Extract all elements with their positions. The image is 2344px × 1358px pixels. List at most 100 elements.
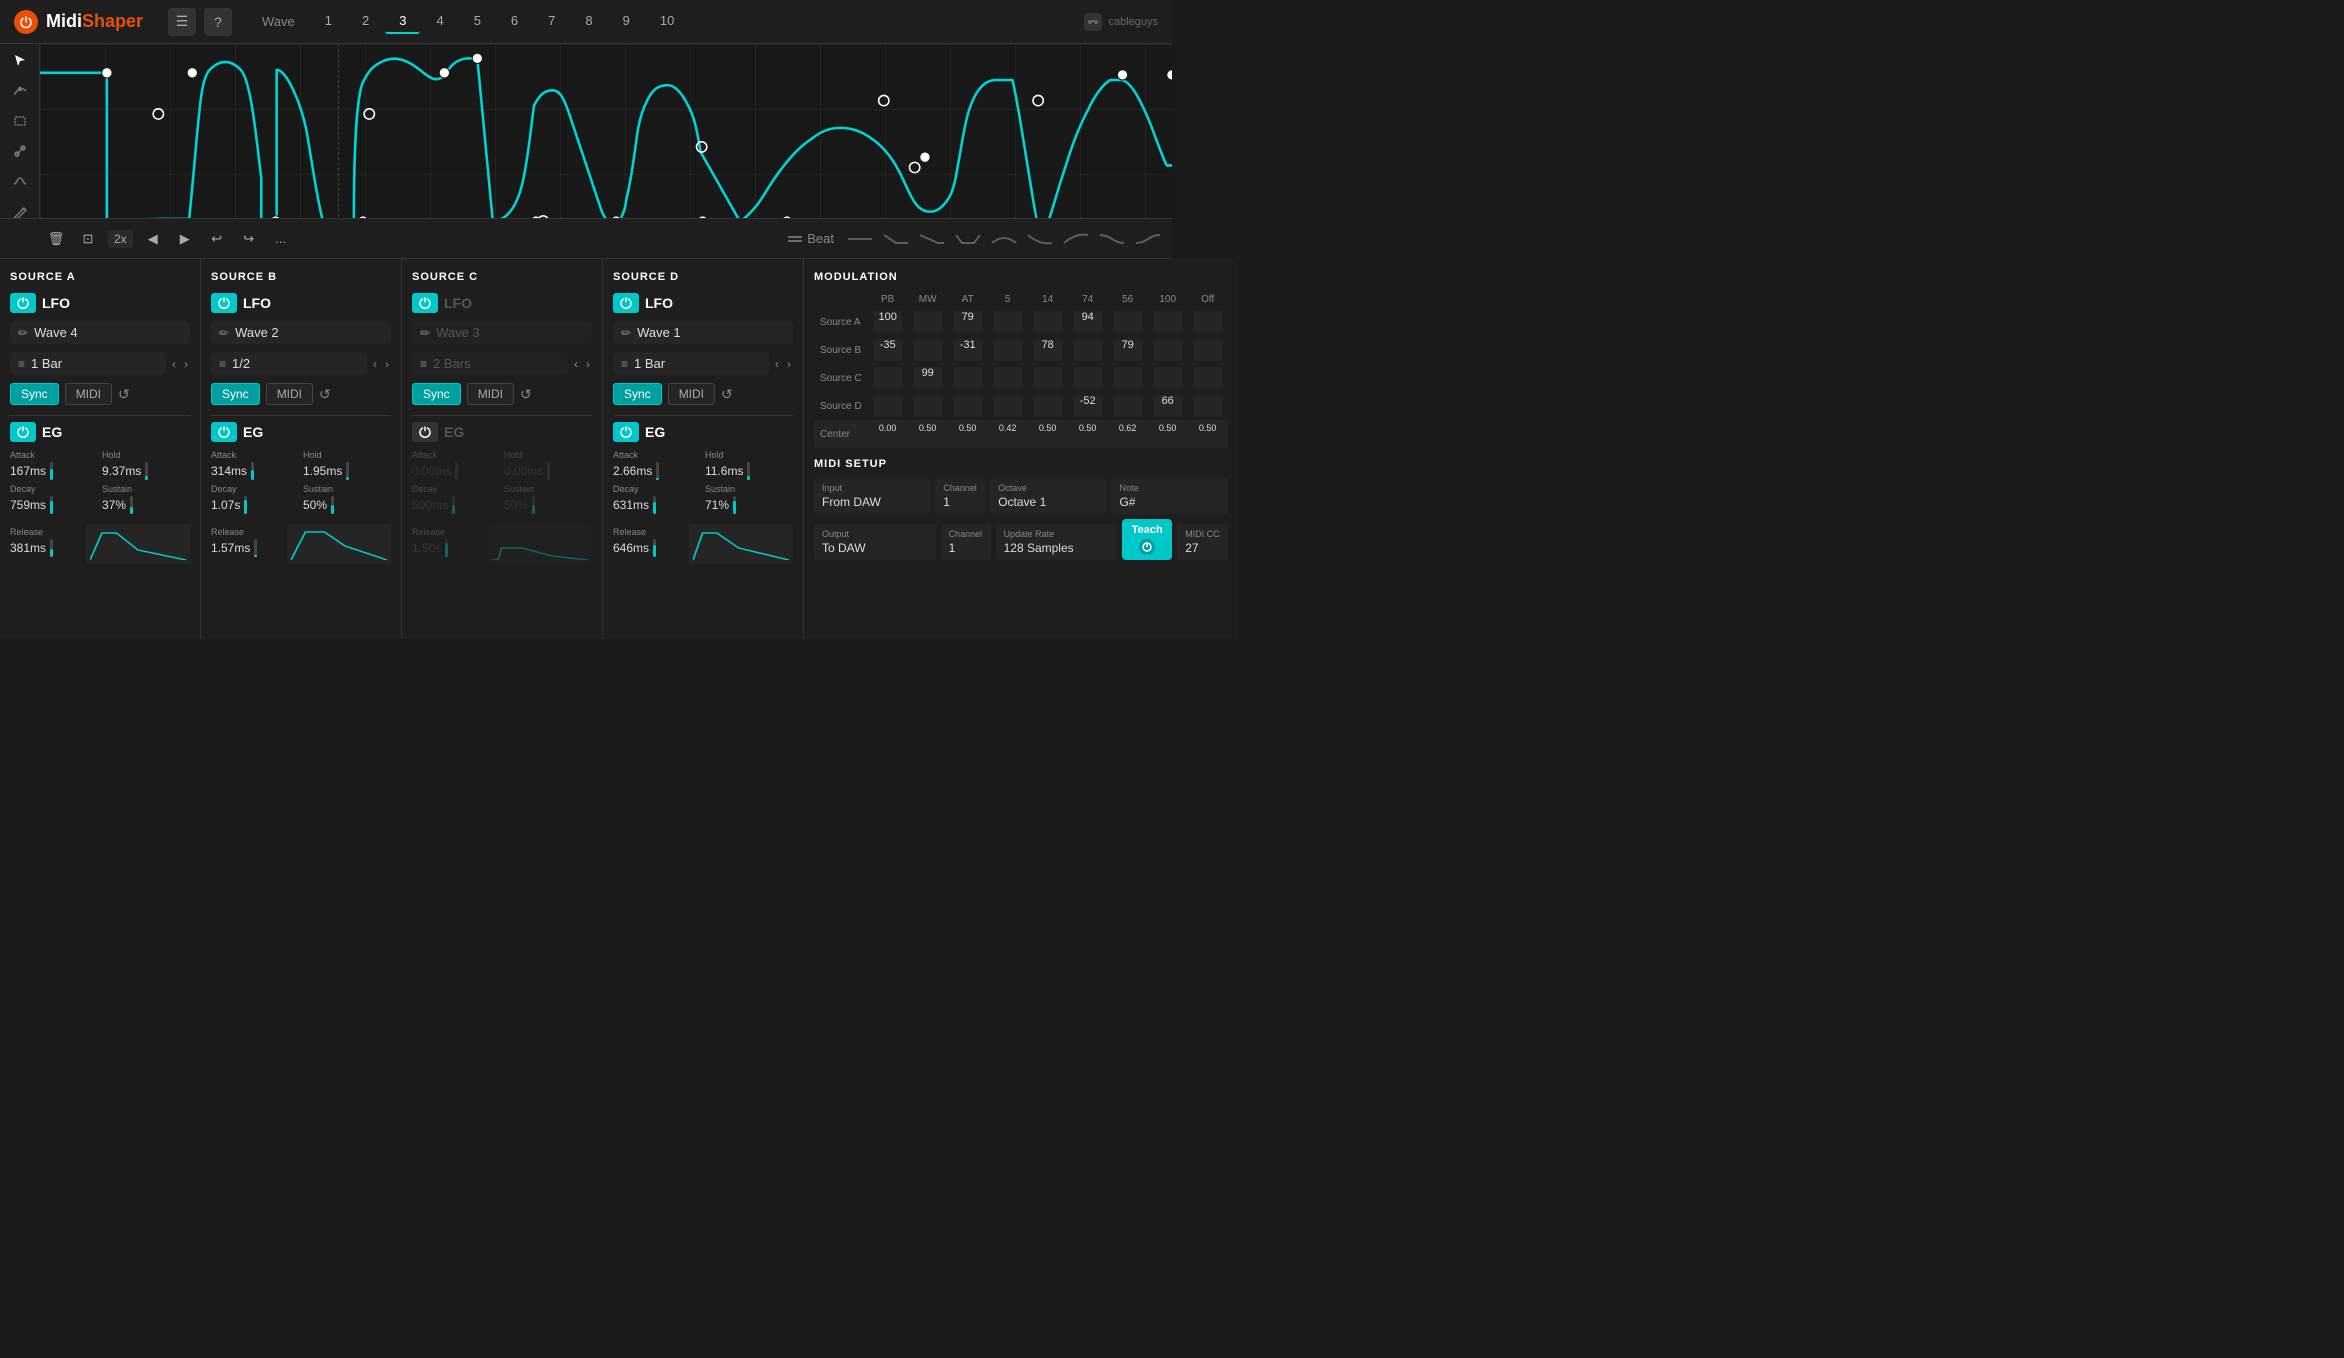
mod-c-14[interactable]: [1028, 364, 1068, 392]
source-a-bar-next[interactable]: ›: [182, 355, 190, 373]
wave-tab-1[interactable]: 1: [311, 9, 346, 34]
select-tool[interactable]: [9, 50, 31, 70]
mod-a-mw[interactable]: [908, 308, 948, 336]
teach-button[interactable]: Teach: [1122, 519, 1172, 560]
mod-d-at[interactable]: [948, 392, 988, 420]
source-d-bar-prev[interactable]: ‹: [773, 355, 781, 373]
mod-d-14[interactable]: [1028, 392, 1068, 420]
source-a-sync-btn[interactable]: Sync: [10, 383, 59, 405]
source-a-attack-slider[interactable]: [50, 462, 53, 480]
mod-a-56[interactable]: [1108, 308, 1148, 336]
shape-flat[interactable]: [844, 229, 876, 249]
mod-c-off[interactable]: [1188, 364, 1228, 392]
source-b-bar-next[interactable]: ›: [383, 355, 391, 373]
source-b-release-slider[interactable]: [254, 539, 257, 557]
more-button[interactable]: ...: [269, 227, 293, 251]
mod-center-off[interactable]: 0.50: [1188, 420, 1228, 448]
mod-d-pb[interactable]: [868, 392, 908, 420]
shape-curve-down[interactable]: [1024, 229, 1056, 249]
mod-d-5[interactable]: [988, 392, 1028, 420]
source-a-bar-prev[interactable]: ‹: [170, 355, 178, 373]
source-d-hold-slider[interactable]: [747, 462, 750, 480]
mod-c-mw[interactable]: 99: [908, 364, 948, 392]
mod-d-56[interactable]: [1108, 392, 1148, 420]
shape-valley[interactable]: [952, 229, 984, 249]
source-d-bar-next[interactable]: ›: [785, 355, 793, 373]
source-c-midi-btn[interactable]: MIDI: [467, 383, 514, 405]
wave-tab-3[interactable]: 3: [385, 9, 420, 34]
source-a-decay-slider[interactable]: [50, 496, 53, 514]
source-b-decay-slider[interactable]: [244, 496, 247, 514]
wave-tab-5[interactable]: 5: [460, 9, 495, 34]
mod-d-mw[interactable]: [908, 392, 948, 420]
source-b-sustain-slider[interactable]: [331, 496, 334, 514]
mod-b-5[interactable]: [988, 336, 1028, 364]
mod-c-56[interactable]: [1108, 364, 1148, 392]
source-b-sync-btn[interactable]: Sync: [211, 383, 260, 405]
mod-a-14[interactable]: [1028, 308, 1068, 336]
source-c-bar-display[interactable]: ≡ 2 Bars: [412, 352, 568, 375]
source-b-attack-slider[interactable]: [251, 462, 254, 480]
source-c-bar-prev[interactable]: ‹: [572, 355, 580, 373]
source-a-wave-input[interactable]: ✏ Wave 4: [10, 321, 190, 344]
mod-center-100[interactable]: 0.50: [1148, 420, 1188, 448]
source-b-bar-prev[interactable]: ‹: [371, 355, 379, 373]
source-b-hold-slider[interactable]: [346, 462, 349, 480]
source-d-sync-btn[interactable]: Sync: [613, 383, 662, 405]
mod-c-5[interactable]: [988, 364, 1028, 392]
mod-d-74[interactable]: -52: [1068, 392, 1108, 420]
source-c-sync-btn[interactable]: Sync: [412, 383, 461, 405]
source-a-sustain-slider[interactable]: [130, 496, 133, 514]
source-b-midi-btn[interactable]: MIDI: [266, 383, 313, 405]
mod-b-14[interactable]: 78: [1028, 336, 1068, 364]
shape-reverse-s[interactable]: [1132, 229, 1164, 249]
wave-tab-8[interactable]: 8: [571, 9, 606, 34]
mod-a-pb[interactable]: 100: [868, 308, 908, 336]
midi-update-rate-field[interactable]: Update Rate 128 Samples: [996, 524, 1118, 560]
source-b-wave-input[interactable]: ✏ Wave 2: [211, 321, 391, 344]
source-a-sync-icon[interactable]: ↺: [118, 386, 130, 403]
source-b-lfo-toggle[interactable]: [211, 293, 237, 313]
source-c-lfo-toggle[interactable]: [412, 293, 438, 313]
source-a-lfo-toggle[interactable]: [10, 293, 36, 313]
wave-tab-2[interactable]: 2: [348, 9, 383, 34]
shape-arch[interactable]: [988, 229, 1020, 249]
midi-octave-field[interactable]: Octave Octave 1: [990, 478, 1106, 514]
source-d-lfo-toggle[interactable]: [613, 293, 639, 313]
source-a-bar-display[interactable]: ≡ 1 Bar: [10, 352, 166, 375]
mod-c-100[interactable]: [1148, 364, 1188, 392]
midi-note-field[interactable]: Note G#: [1111, 478, 1227, 514]
mod-center-5[interactable]: 0.42: [988, 420, 1028, 448]
shape-ramp-down2[interactable]: [916, 229, 948, 249]
mod-a-at[interactable]: 79: [948, 308, 988, 336]
source-c-bar-next[interactable]: ›: [584, 355, 592, 373]
mod-b-off[interactable]: [1188, 336, 1228, 364]
source-d-decay-slider[interactable]: [653, 496, 656, 514]
wave-canvas[interactable]: [40, 44, 1172, 224]
mod-b-mw[interactable]: [908, 336, 948, 364]
midi-cc-field[interactable]: MIDI CC 27: [1177, 524, 1228, 560]
mod-c-74[interactable]: [1068, 364, 1108, 392]
mod-center-14[interactable]: 0.50: [1028, 420, 1068, 448]
source-a-hold-slider[interactable]: [145, 462, 148, 480]
source-b-bar-display[interactable]: ≡ 1/2: [211, 352, 367, 375]
smooth-tool[interactable]: [9, 171, 31, 191]
source-a-midi-btn[interactable]: MIDI: [65, 383, 112, 405]
mod-b-at[interactable]: -31: [948, 336, 988, 364]
source-b-eg-toggle[interactable]: [211, 422, 237, 442]
power-button[interactable]: [14, 10, 38, 34]
mod-d-off[interactable]: [1188, 392, 1228, 420]
source-d-sync-icon[interactable]: ↺: [721, 386, 733, 403]
mod-a-5[interactable]: [988, 308, 1028, 336]
redo-button[interactable]: ↪: [237, 227, 261, 251]
mod-c-pb[interactable]: [868, 364, 908, 392]
zoom-label[interactable]: 2x: [108, 230, 133, 248]
mod-center-at[interactable]: 0.50: [948, 420, 988, 448]
source-d-attack-slider[interactable]: [656, 462, 659, 480]
source-c-attack-slider[interactable]: [455, 462, 458, 480]
source-c-sustain-slider[interactable]: [532, 496, 535, 514]
wave-tab-4[interactable]: 4: [422, 9, 457, 34]
source-c-release-slider[interactable]: [445, 539, 448, 557]
source-a-eg-toggle[interactable]: [10, 422, 36, 442]
wave-tab-9[interactable]: 9: [609, 9, 644, 34]
